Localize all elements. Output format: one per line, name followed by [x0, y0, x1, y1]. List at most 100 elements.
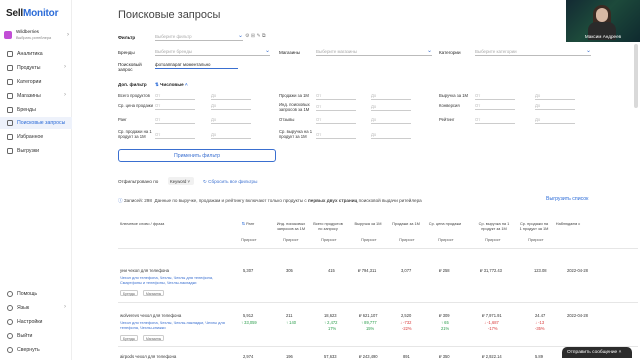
categories-select[interactable]: Выберите категории ⌄	[475, 47, 591, 56]
presenter-name: Максим Андреев	[584, 34, 622, 39]
numeric-to-input[interactable]: До	[211, 116, 251, 124]
brands-tag[interactable]: Бренды	[120, 335, 138, 341]
sidebar-language[interactable]: Язык ›	[0, 302, 72, 314]
results-notice: ⓘ Записей: 298 Данные по выручке, продаж…	[118, 198, 422, 203]
numeric-from-input[interactable]: От	[475, 92, 515, 100]
filter-tools-icons[interactable]: ⚙ ⊞ ✎ ⧉	[245, 33, 266, 39]
retailer-name: Wildberries	[16, 29, 39, 34]
numeric-from-input[interactable]: От	[155, 92, 195, 100]
sort-select[interactable]: Keyword ˅	[168, 177, 194, 185]
query-input[interactable]: фотоаппарат моментально	[155, 60, 238, 69]
column-header-avg-revenue[interactable]: Ср. выручка на 1 продукт за 1М	[473, 221, 515, 231]
column-header-rank[interactable]: ⇅ Ранг	[233, 221, 263, 227]
sidebar-item-search-queries[interactable]: Поисковые запросы	[0, 117, 72, 129]
numeric-to-input[interactable]: До	[211, 102, 251, 110]
numeric-to-input[interactable]: До	[371, 116, 411, 124]
sales-growth: ↓ -732	[400, 320, 412, 325]
brands-tag[interactable]: Бренды	[120, 290, 138, 296]
sidebar-settings[interactable]: Настройки	[0, 316, 72, 328]
brands-select[interactable]: Выберите бренды ⌄	[155, 47, 270, 56]
numeric-from-input[interactable]: От	[316, 103, 356, 111]
numeric-from-input[interactable]: От	[316, 92, 356, 100]
numeric-to-input[interactable]: До	[371, 92, 411, 100]
column-header-keyword[interactable]: Ключевое слово / фраза	[120, 221, 210, 227]
gear-icon	[7, 319, 13, 325]
numeric-label: Ранг	[118, 117, 127, 122]
column-header-sales[interactable]: Продажи за 1М	[391, 221, 421, 227]
sidebar-item-favorites[interactable]: Избранное	[0, 131, 72, 143]
column-header-since[interactable]: Наблюдаем с	[553, 221, 583, 227]
sidebar-item-categories[interactable]: Категории	[0, 76, 72, 88]
keyword-text[interactable]: wolverevs чехол для телефона	[120, 313, 181, 318]
growth-subheader: Прирост	[399, 237, 415, 242]
apply-filter-button[interactable]: Применить фильтр	[118, 149, 276, 162]
sidebar-item-brands[interactable]: Бренды	[0, 104, 72, 116]
shops-tag[interactable]: Магазины	[143, 335, 165, 341]
numeric-to-input[interactable]: До	[535, 92, 575, 100]
sidebar-item-analytics[interactable]: Аналитика	[0, 48, 72, 60]
growth-subheader: Прирост	[321, 237, 337, 242]
category-links[interactable]: Чехол для телефона, Чехлы, Чехлы для тел…	[120, 275, 225, 285]
box-icon	[7, 65, 13, 71]
query-label: Поисковый запрос	[118, 62, 142, 72]
rank-value: 5,912	[243, 313, 254, 318]
keyword-text[interactable]: airpods чехол для телефона	[120, 354, 176, 359]
shops-tag[interactable]: Магазины	[143, 290, 165, 296]
search-index-value: 305	[286, 268, 293, 273]
sidebar-help[interactable]: Помощь	[0, 288, 72, 300]
store-icon	[7, 93, 13, 99]
search-icon	[7, 120, 13, 126]
rank-growth: ↑ 33,059	[241, 320, 257, 325]
column-header-avg-sales[interactable]: Ср. продажи на 1 продукт за 1М	[519, 221, 549, 231]
products-value: 18,623	[324, 313, 337, 318]
numeric-from-input[interactable]: От	[316, 131, 356, 139]
sidebar-collapse[interactable]: Свернуть	[0, 344, 72, 356]
tag-icon	[7, 107, 13, 113]
keyword-text[interactable]: уни чехол для телефона	[120, 268, 169, 273]
numeric-to-input[interactable]: До	[211, 131, 251, 139]
page-scrollbar[interactable]	[634, 44, 638, 108]
numeric-to-input[interactable]: До	[535, 116, 575, 124]
avg-price-growth-pct: 21%	[441, 326, 450, 331]
account-switcher[interactable]: Wildberries Выбрать ритейлера ›	[4, 28, 70, 44]
revenue-value: ₽ 621,107	[359, 313, 378, 318]
since-value: 2022-04-28	[567, 268, 588, 273]
numeric-from-input[interactable]: От	[155, 131, 195, 139]
column-header-revenue[interactable]: Выручка за 1М	[353, 221, 383, 227]
export-list-link[interactable]: Выгрузить список	[546, 196, 588, 202]
filter-select[interactable]: Выберите фильтр ⌄	[155, 32, 243, 41]
growth-subheader: Прирост	[361, 237, 377, 242]
help-icon	[7, 291, 13, 297]
sales-value: 3,077	[401, 268, 412, 273]
numeric-to-input[interactable]: До	[371, 131, 411, 139]
sidebar-item-products[interactable]: Продукты ›	[0, 62, 72, 74]
reset-filters-link[interactable]: ↻ Сбросить все фильтры	[203, 179, 257, 185]
chevron-down-icon: ⌄	[585, 48, 591, 54]
sidebar-item-exports[interactable]: Выгрузки	[0, 145, 72, 157]
numeric-to-input[interactable]: До	[211, 92, 251, 100]
numeric-to-input[interactable]: До	[371, 103, 411, 111]
send-message-button[interactable]: Отправить сообщение ˄	[562, 347, 632, 358]
column-header-products[interactable]: Всего продуктов по запросу	[311, 221, 345, 231]
column-header-search-index[interactable]: Инд. поисковых запросов за 1М	[273, 221, 309, 231]
sidebar-logout[interactable]: Выйти	[0, 330, 72, 342]
sales-value: 891	[403, 354, 410, 359]
retailer-sub: Выбрать ритейлера	[16, 36, 52, 40]
numeric-label: Инд. поисковых запросов за 1М	[279, 102, 310, 112]
sidebar-item-shops[interactable]: Магазины ›	[0, 90, 72, 102]
avg-sales-growth: ↓ -13	[535, 320, 545, 325]
app-logo[interactable]: SellMonitor	[6, 8, 58, 19]
shops-select[interactable]: Выберите магазины ⌄	[316, 47, 432, 56]
numeric-from-input[interactable]: От	[475, 102, 515, 110]
rank-value: 5,307	[243, 268, 254, 273]
numeric-to-input[interactable]: До	[535, 102, 575, 110]
retailer-icon	[4, 31, 12, 39]
numeric-from-input[interactable]: От	[475, 116, 515, 124]
numeric-filter-toggle[interactable]: ⇅ Числовые ˄	[155, 82, 188, 88]
avg-price-value: ₽ 309	[439, 313, 450, 318]
numeric-from-input[interactable]: От	[155, 102, 195, 110]
category-links[interactable]: Чехол для телефона, Чехлы, Чехлы-накладк…	[120, 320, 225, 330]
column-header-avg-price[interactable]: Ср. цена продажи	[428, 221, 462, 227]
numeric-from-input[interactable]: От	[316, 116, 356, 124]
numeric-from-input[interactable]: От	[155, 116, 195, 124]
